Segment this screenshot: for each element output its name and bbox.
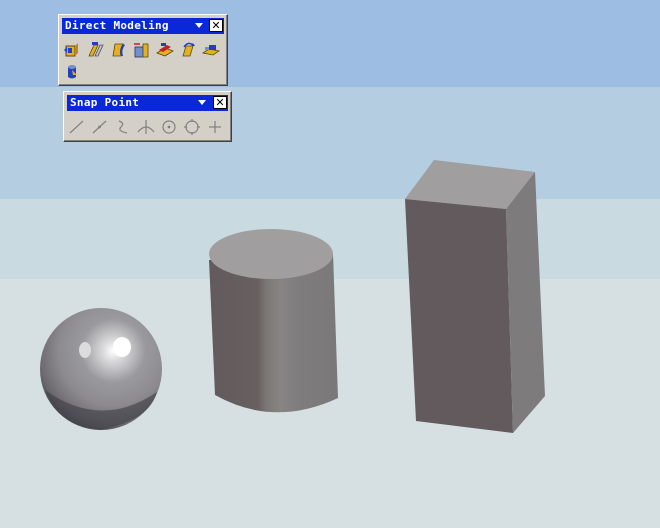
block-front <box>405 199 513 433</box>
block[interactable] <box>405 160 545 433</box>
chevron-down-icon[interactable] <box>198 100 206 105</box>
existing-point-icon[interactable] <box>205 118 225 136</box>
snap-point-title: Snap Point <box>70 96 140 109</box>
cylinder-top <box>209 229 333 279</box>
close-icon[interactable]: ✕ <box>213 96 227 109</box>
end-point-icon[interactable] <box>67 118 87 136</box>
cylinder-face-icon[interactable] <box>63 63 83 81</box>
offset-face-icon[interactable] <box>86 41 106 59</box>
intersection-point-icon[interactable] <box>136 118 156 136</box>
chevron-down-icon[interactable] <box>195 23 203 28</box>
resize-face-icon[interactable] <box>201 41 221 59</box>
replace-face-icon[interactable] <box>109 41 129 59</box>
mid-point-icon[interactable] <box>90 118 110 136</box>
sphere-highlight <box>113 337 131 357</box>
resize-blend-icon[interactable] <box>132 41 152 59</box>
block-side <box>506 172 545 433</box>
arc-center-icon[interactable] <box>159 118 179 136</box>
sphere-reflection <box>79 342 91 358</box>
cylinder[interactable] <box>209 229 338 413</box>
direct-modeling-title: Direct Modeling <box>65 19 169 32</box>
sphere[interactable] <box>40 308 162 430</box>
quadrant-point-icon[interactable] <box>182 118 202 136</box>
delete-face-icon[interactable] <box>155 41 175 59</box>
snap-point-titlebar[interactable]: Snap Point ✕ <box>67 95 228 111</box>
direct-modeling-toolbar[interactable]: Direct Modeling ✕ <box>58 14 228 86</box>
snap-point-toolbar[interactable]: Snap Point ✕ <box>63 91 232 142</box>
move-face-icon[interactable] <box>63 41 83 59</box>
control-point-icon[interactable] <box>113 118 133 136</box>
direct-modeling-titlebar[interactable]: Direct Modeling ✕ <box>62 18 224 34</box>
rotate-face-icon[interactable] <box>178 41 198 59</box>
close-icon[interactable]: ✕ <box>209 19 223 32</box>
